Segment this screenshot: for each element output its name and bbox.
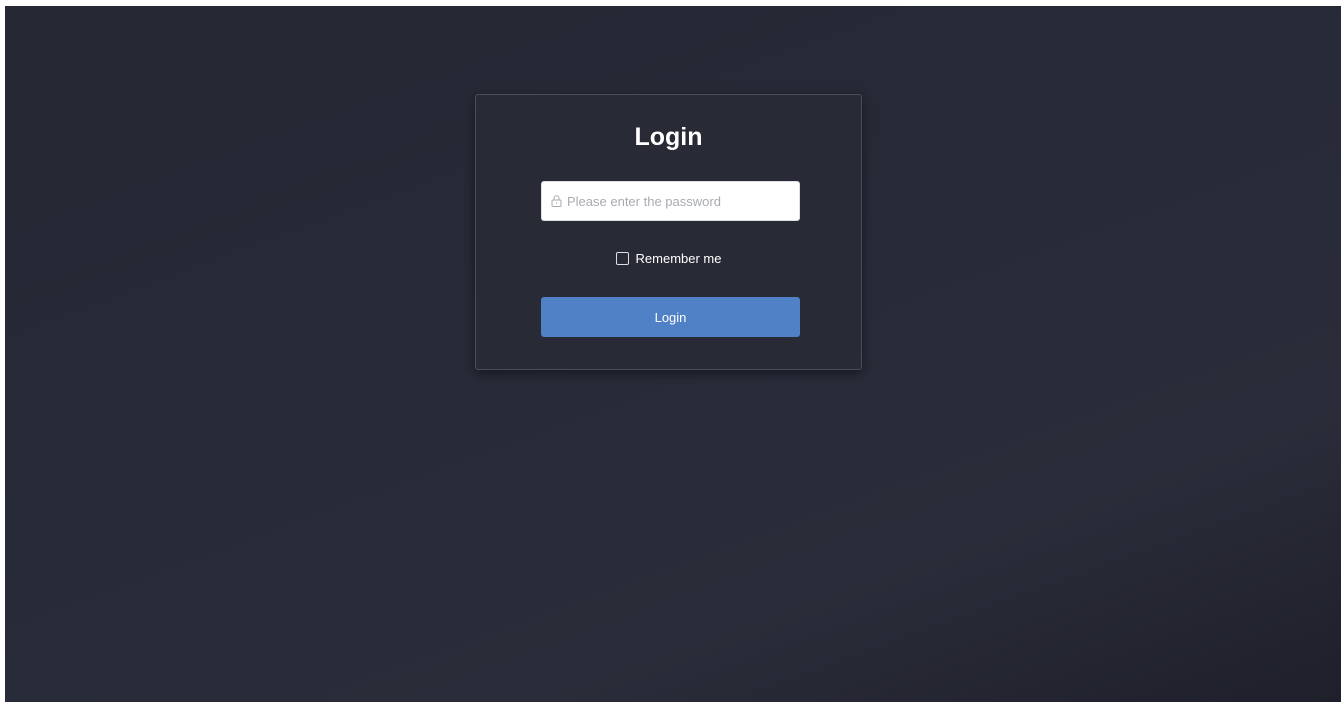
lock-icon <box>551 195 562 207</box>
password-field[interactable] <box>541 181 800 221</box>
login-title: Login <box>634 123 703 151</box>
login-button[interactable]: Login <box>541 297 800 337</box>
remember-me-label: Remember me <box>635 251 722 266</box>
remember-me-toggle[interactable]: Remember me <box>615 251 722 266</box>
login-card: Login Remember me Login <box>475 94 862 370</box>
login-page: Login Remember me Login <box>5 6 1341 702</box>
password-input[interactable] <box>567 182 795 220</box>
remember-me-row: Remember me <box>476 251 861 269</box>
remember-me-checkbox[interactable] <box>615 252 629 265</box>
